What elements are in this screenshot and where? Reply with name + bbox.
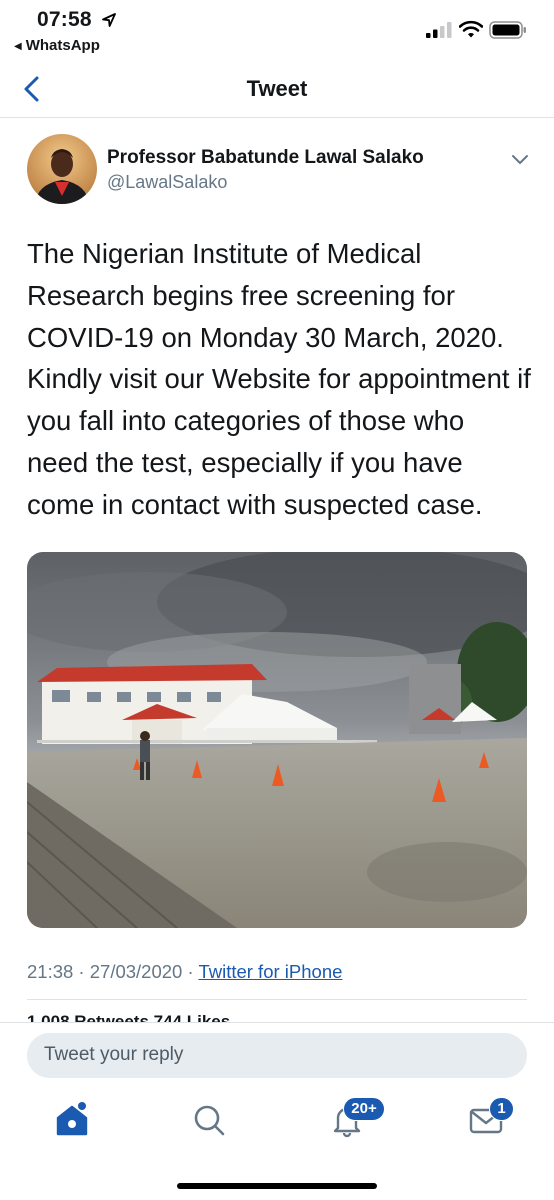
tweet-source-link[interactable]: Twitter for iPhone — [198, 961, 342, 982]
nav-bar: Tweet — [0, 60, 554, 118]
home-indicator — [177, 1183, 377, 1189]
author-name[interactable]: Professor Babatunde Lawal Salako — [107, 147, 424, 169]
status-bar: 07:58 ◀ WhatsApp — [0, 0, 554, 58]
status-time: 07:58 — [37, 8, 92, 31]
tweet-text: The Nigerian Institute of Medical Resear… — [27, 238, 531, 520]
author-handle[interactable]: @LawalSalako — [107, 172, 227, 193]
tab-bar — [0, 1090, 554, 1160]
divider — [0, 1022, 554, 1023]
chevron-down-icon[interactable] — [510, 152, 530, 166]
tweet-meta: 21:38 · 27/03/2020 · Twitter for iPhone — [27, 961, 342, 983]
home-icon[interactable] — [52, 1100, 92, 1140]
signal-icon — [426, 22, 452, 38]
tweet-photo[interactable] — [27, 552, 527, 928]
reply-placeholder: Tweet your reply — [44, 1044, 184, 1065]
back-app-label: WhatsApp — [25, 37, 100, 54]
divider — [27, 999, 527, 1000]
page-title: Tweet — [246, 76, 308, 101]
tweet-timestamp: 21:38 · 27/03/2020 · — [27, 961, 199, 982]
back-triangle-icon: ◀ — [14, 41, 22, 52]
messages-badge: 1 — [489, 1097, 514, 1121]
location-arrow-icon — [102, 13, 116, 27]
reply-input[interactable]: Tweet your reply — [27, 1033, 527, 1078]
avatar[interactable] — [27, 134, 97, 204]
search-icon[interactable] — [189, 1100, 229, 1140]
notifications-badge: 20+ — [343, 1097, 385, 1121]
wifi-icon — [459, 20, 483, 38]
battery-icon — [489, 21, 526, 39]
back-to-app-link[interactable]: ◀ WhatsApp — [14, 37, 100, 54]
